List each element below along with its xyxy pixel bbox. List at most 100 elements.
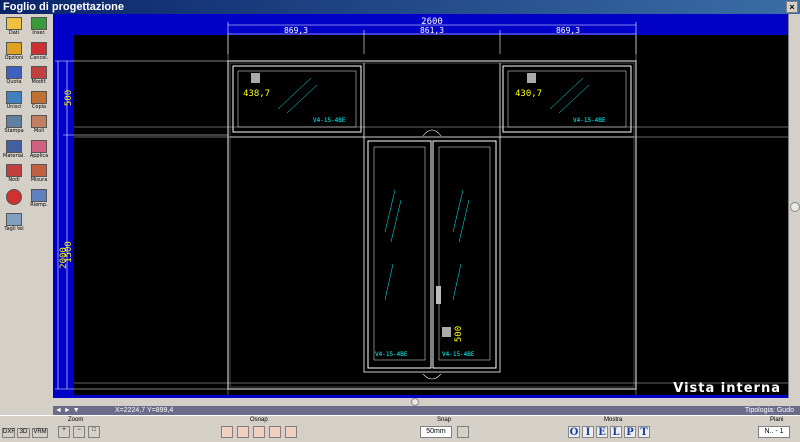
toolbar-button-label: Nodi bbox=[8, 177, 20, 183]
copy-icon bbox=[31, 90, 47, 104]
zoom-label: Zoom bbox=[68, 417, 84, 423]
vertical-scrollbar[interactable] bbox=[788, 14, 800, 398]
nodes-icon bbox=[6, 164, 22, 177]
fill-icon bbox=[31, 188, 47, 202]
exit-icon bbox=[6, 188, 22, 205]
toolbar-button-label: Unisci bbox=[6, 103, 22, 110]
snap-value[interactable]: 50mm bbox=[420, 426, 452, 438]
view-label: Vista interna bbox=[673, 381, 781, 396]
handle-icon bbox=[527, 73, 536, 83]
bottom-toolbar: DXF 3D VRM Zoom + − □ Osnap Snap 50mm Mo… bbox=[0, 415, 800, 442]
toolbar-button-material[interactable]: Material. bbox=[3, 139, 25, 161]
mostra-i-button[interactable]: I bbox=[582, 426, 594, 438]
glass-label-top-left: V4-15-4BE bbox=[313, 117, 346, 124]
toolbar-button-label: Opzioni bbox=[4, 54, 24, 61]
door-handle-icon bbox=[436, 286, 441, 304]
mull-icon bbox=[31, 115, 47, 128]
zoom-out-icon[interactable]: − bbox=[73, 426, 85, 438]
zoom-fit-icon[interactable]: □ bbox=[88, 426, 100, 438]
toolbar-button-moll[interactable]: Moll bbox=[28, 114, 50, 136]
dim-height-bottom: 1500 bbox=[64, 241, 74, 263]
toolbar-button-label: Modif. bbox=[31, 79, 47, 85]
toolbar-button-opzioni[interactable]: Opzioni bbox=[3, 41, 25, 63]
toolbar-button-label: Copia bbox=[31, 103, 47, 110]
toolbar-button-quota[interactable]: Quota bbox=[3, 65, 25, 87]
toolbar-button-cancel[interactable]: Cancel. bbox=[28, 41, 50, 63]
toolbar-button-label: Material. bbox=[3, 152, 25, 159]
toolbar-button-label: Tagli tel bbox=[4, 226, 24, 232]
tipology-label: Tipologia: Gudo bbox=[744, 407, 794, 414]
mostra-l-button[interactable]: L bbox=[610, 426, 622, 438]
toolbar-button-nodi[interactable]: Nodi bbox=[3, 163, 25, 185]
coords-readout: X=2224,7 Y=899,4 bbox=[115, 407, 174, 414]
osnap-mid-icon[interactable] bbox=[237, 426, 249, 438]
toolbar-button-dati[interactable]: Dati bbox=[3, 16, 25, 38]
osnap-end-icon[interactable] bbox=[221, 426, 233, 438]
material-icon bbox=[6, 139, 22, 153]
snap-toggle-icon[interactable] bbox=[457, 426, 469, 438]
toolbar-button-applica[interactable]: Applica bbox=[28, 139, 50, 161]
vrm-button[interactable]: VRM bbox=[32, 428, 48, 438]
drawing-canvas-frame[interactable]: 2600 869,3 861,3 869,3 2000 500 1500 438… bbox=[53, 14, 788, 398]
horizontal-scrollbar[interactable] bbox=[53, 398, 788, 406]
drawing-canvas[interactable]: 2600 869,3 861,3 869,3 2000 500 1500 438… bbox=[53, 14, 788, 398]
close-button[interactable]: × bbox=[786, 1, 798, 13]
sash-right-dim: 430,7 bbox=[515, 89, 542, 99]
options-icon bbox=[6, 41, 22, 55]
vertical-scroll-thumb[interactable] bbox=[790, 202, 800, 212]
toolbar-button-label: Dati bbox=[8, 30, 20, 36]
toolbar-button-exit[interactable] bbox=[3, 188, 25, 210]
window-title: Foglio di progettazione bbox=[3, 1, 124, 13]
toolbar-button-label: Cancel. bbox=[29, 54, 49, 61]
toolbar-button-riemp[interactable]: Riemp. bbox=[28, 188, 50, 210]
osnap-node-icon[interactable] bbox=[269, 426, 281, 438]
handle-icon bbox=[442, 327, 451, 337]
toolbar-button-modif[interactable]: Modif. bbox=[28, 65, 50, 87]
osnap-center-icon[interactable] bbox=[253, 426, 265, 438]
toolbar-button-copia[interactable]: Copia bbox=[28, 90, 50, 112]
dim-width-right: 869,3 bbox=[556, 26, 580, 35]
osnap-perp-icon[interactable] bbox=[285, 426, 297, 438]
dim-height-top: 500 bbox=[64, 90, 74, 106]
arrow-icons[interactable]: ◄ ► ▼ bbox=[55, 406, 80, 415]
toolbar-button-label: Misura bbox=[30, 177, 48, 183]
edit-icon bbox=[31, 66, 47, 79]
mostra-label: Mostra bbox=[604, 417, 623, 423]
mostra-p-button[interactable]: P bbox=[624, 426, 636, 438]
toolbar-button-inser[interactable]: Inser. bbox=[28, 16, 50, 38]
toolbar-button-label: Riemp. bbox=[30, 201, 48, 208]
dim-width-left: 869,3 bbox=[284, 26, 308, 35]
apply-icon bbox=[31, 139, 47, 153]
glass-label-top-right: V4-15-4BE bbox=[573, 117, 606, 124]
merge-icon bbox=[6, 90, 22, 104]
mostra-o-button[interactable]: O bbox=[568, 426, 580, 438]
insert-icon bbox=[31, 17, 47, 30]
piani-select[interactable]: N.. - 1 bbox=[758, 426, 790, 438]
dim-width-center: 861,3 bbox=[420, 26, 444, 35]
mostra-t-button[interactable]: T bbox=[638, 426, 650, 438]
data-icon bbox=[6, 17, 22, 30]
door-handle-dim: 500 bbox=[454, 326, 464, 342]
delete-icon bbox=[31, 41, 47, 55]
snap-label: Snap bbox=[437, 417, 452, 423]
zoom-in-icon[interactable]: + bbox=[58, 426, 70, 438]
toolbar-button-label: Moll bbox=[33, 128, 45, 134]
glass-label-door-right: V4-15-4BE bbox=[442, 351, 475, 358]
3d-button[interactable]: 3D bbox=[17, 428, 30, 438]
toolbar-button-misura[interactable]: Misura bbox=[28, 163, 50, 185]
dxf-button[interactable]: DXF bbox=[2, 428, 15, 438]
toolbar-button-unisci[interactable]: Unisci bbox=[3, 90, 25, 112]
osnap-label: Osnap bbox=[250, 417, 268, 423]
mostra-e-button[interactable]: E bbox=[596, 426, 608, 438]
horizontal-scroll-thumb[interactable] bbox=[411, 398, 419, 406]
toolbar-button-label: Stampa bbox=[4, 128, 24, 134]
piani-label: Piani bbox=[770, 417, 784, 423]
handle-icon bbox=[251, 73, 260, 83]
cut-icon bbox=[6, 213, 22, 226]
print-icon bbox=[6, 115, 22, 128]
glass-label-door-left: V4-15-4BE bbox=[375, 351, 408, 358]
toolbar-button-stampa[interactable]: Stampa bbox=[3, 114, 25, 136]
toolbar-button-taglitel[interactable]: Tagli tel bbox=[3, 212, 25, 234]
toolbar-button-label: Applica bbox=[29, 152, 49, 159]
left-toolbar: Dati Inser. Opzioni Cancel. Quota Modif. Unisc… bbox=[0, 14, 52, 404]
